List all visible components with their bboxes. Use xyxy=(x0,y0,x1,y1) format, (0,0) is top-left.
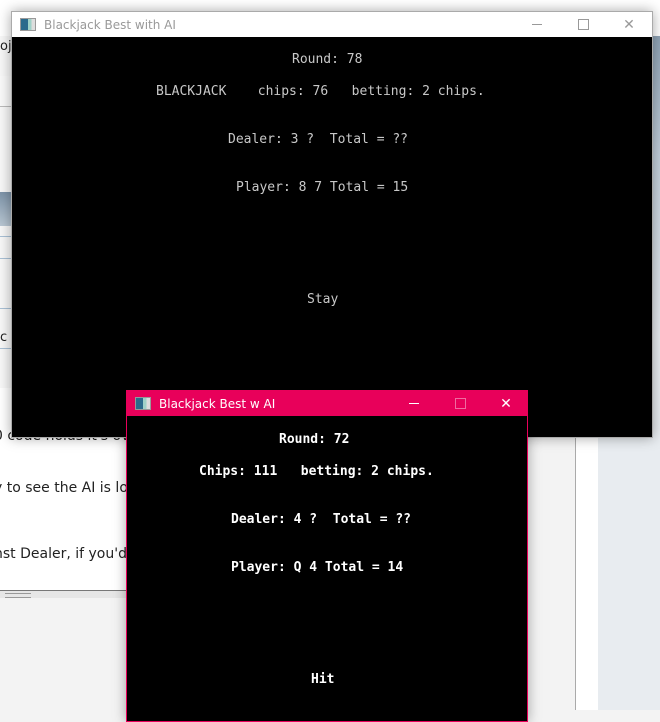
background-row xyxy=(0,76,11,107)
window-title: Blackjack Best w AI xyxy=(159,396,276,411)
player-hand: Player: Q 4 Total = 14 xyxy=(231,560,404,575)
dealer-hand: Dealer: 3 ? Total = ?? xyxy=(228,132,409,147)
background-header-band xyxy=(0,192,11,226)
background-right-panel xyxy=(527,436,660,710)
player-hand: Player: 8 7 Total = 15 xyxy=(236,180,409,195)
dealer-hand: Dealer: 4 ? Total = ?? xyxy=(231,512,412,527)
close-icon: ✕ xyxy=(500,395,512,412)
document-line: nst Dealer, if you'd xyxy=(0,546,127,562)
background-row xyxy=(0,236,11,237)
game-console: Round: 72 Chips: 111 betting: 2 chips. D… xyxy=(127,416,527,721)
maximize-icon xyxy=(577,19,589,30)
app-icon xyxy=(20,18,36,31)
background-column xyxy=(598,436,660,710)
game-console: Round: 78 BLACKJACK chips: 76 betting: 2… xyxy=(12,37,652,437)
status-line: Chips: 111 betting: 2 chips. xyxy=(199,464,434,479)
background-text-fragment: c xyxy=(0,330,8,345)
document-line: y to see the AI is lo xyxy=(0,480,127,496)
app-icon xyxy=(135,397,151,410)
background-text-fragment: oje xyxy=(0,39,11,54)
minimize-button[interactable] xyxy=(391,391,437,416)
background-row xyxy=(0,258,11,259)
round-label: Round: 72 xyxy=(279,432,350,447)
horizontal-scrollbar[interactable] xyxy=(0,590,127,598)
window-title: Blackjack Best with AI xyxy=(44,17,176,32)
blackjack-window-back[interactable]: Blackjack Best with AI ✕ Round: 78 BLACK… xyxy=(11,11,653,438)
background-row xyxy=(0,308,11,309)
minimize-icon xyxy=(409,403,419,404)
close-button[interactable]: ✕ xyxy=(483,391,529,416)
scrollbar-thumb[interactable] xyxy=(5,593,31,598)
status-line: BLACKJACK chips: 76 betting: 2 chips. xyxy=(156,84,485,99)
ai-action: Hit xyxy=(311,672,335,687)
background-row xyxy=(0,348,11,349)
maximize-button[interactable] xyxy=(437,391,483,416)
ai-action: Stay xyxy=(307,292,339,307)
title-bar[interactable]: Blackjack Best w AI ✕ xyxy=(127,391,527,416)
minimize-button[interactable] xyxy=(514,12,560,37)
round-label: Round: 78 xyxy=(292,52,363,67)
minimize-icon xyxy=(532,24,542,25)
maximize-button[interactable] xyxy=(560,12,606,37)
maximize-icon xyxy=(454,398,466,409)
close-icon: ✕ xyxy=(623,16,635,33)
blackjack-window-front[interactable]: Blackjack Best w AI ✕ Round: 72 Chips: 1… xyxy=(126,390,528,722)
background-column xyxy=(575,436,599,710)
close-button[interactable]: ✕ xyxy=(606,12,652,37)
title-bar[interactable]: Blackjack Best with AI ✕ xyxy=(12,12,652,37)
